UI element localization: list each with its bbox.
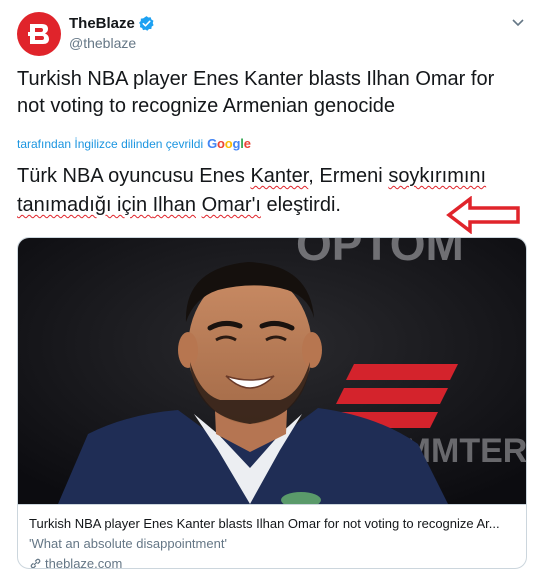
card-title[interactable]: Turkish NBA player Enes Kanter blasts Il… — [29, 515, 515, 532]
verified-badge-icon — [138, 15, 155, 32]
svg-text:OPTOM: OPTOM — [296, 238, 464, 270]
handle[interactable]: @theblaze — [69, 35, 136, 51]
display-name[interactable]: TheBlaze — [69, 15, 135, 32]
smiling-man-photo: OPTOM EMMTER — [18, 238, 526, 504]
google-logo: Google — [207, 136, 251, 151]
card-domain-text: theblaze.com — [45, 556, 123, 569]
card-body: Turkish NBA player Enes Kanter blasts Il… — [18, 504, 526, 569]
name-row: TheBlaze — [69, 15, 155, 32]
card-description: 'What an absolute disappointment' — [29, 536, 227, 551]
tweet: TheBlaze @theblaze Turkish NBA player En… — [0, 0, 542, 569]
link-card[interactable]: OPTOM EMMTER Turkish NBA player Enes Kan… — [17, 237, 527, 569]
translated-by-label[interactable]: tarafından İngilizce dilinden çevrildi — [17, 137, 203, 151]
translated-by-row: tarafından İngilizce dilinden çevrildi G… — [17, 136, 251, 151]
card-domain[interactable]: theblaze.com — [29, 555, 515, 569]
avatar[interactable] — [17, 12, 61, 56]
tweet-text: Turkish NBA player Enes Kanter blasts Il… — [17, 68, 495, 117]
link-icon — [29, 557, 42, 568]
theblaze-logo-icon — [28, 24, 49, 44]
chevron-down-icon[interactable] — [512, 16, 524, 30]
arrow-annotation-icon — [446, 196, 520, 234]
